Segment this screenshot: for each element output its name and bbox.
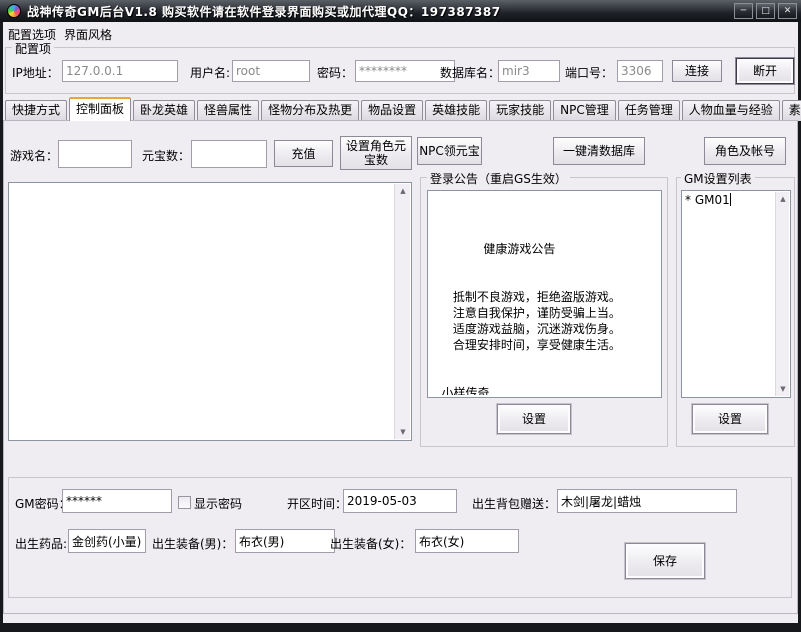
log-scrollbar[interactable]: ▲ ▼ bbox=[394, 184, 410, 439]
set-role-yuanbao-button[interactable]: 设置角色元宝数 bbox=[340, 136, 412, 170]
scroll-up-icon[interactable]: ▲ bbox=[395, 184, 411, 198]
gm-list-scrollbar[interactable]: ▲ ▼ bbox=[775, 192, 789, 396]
show-password-label: 显示密码 bbox=[194, 495, 242, 512]
tab-material-update[interactable]: 素材热更 bbox=[782, 100, 801, 121]
announcement-text: 健康游戏公告 抵制不良游戏，拒绝盗版游戏。 注意自我保护，谨防受骗上当。 适度游… bbox=[430, 193, 659, 395]
open-time-label: 开区时间： bbox=[287, 495, 347, 512]
gm-list-textarea[interactable]: * GM01 ▲ ▼ bbox=[681, 190, 791, 398]
tab-monster-distribution[interactable]: 怪物分布及热更 bbox=[261, 100, 359, 121]
birth-bag-input[interactable] bbox=[557, 489, 737, 513]
log-textarea[interactable]: ▲ ▼ bbox=[8, 182, 412, 441]
open-time-input[interactable] bbox=[343, 489, 457, 513]
announcement-textarea[interactable]: 健康游戏公告 抵制不良游戏，拒绝盗版游戏。 注意自我保护，谨防受骗上当。 适度游… bbox=[427, 190, 662, 398]
tab-quick-access[interactable]: 快捷方式 bbox=[5, 100, 67, 121]
roles-accounts-button[interactable]: 角色及帐号 bbox=[704, 137, 786, 165]
password-label: 密码： bbox=[317, 64, 353, 81]
gm-password-input[interactable] bbox=[62, 489, 172, 513]
text-caret bbox=[730, 193, 731, 206]
tab-control-panel[interactable]: 控制面板 bbox=[69, 97, 131, 121]
tab-strip: 快捷方式 控制面板 卧龙英雄 怪兽属性 怪物分布及热更 物品设置 英雄技能 玩家… bbox=[3, 97, 798, 121]
tab-task-management[interactable]: 任务管理 bbox=[618, 100, 680, 121]
birth-equip-male-input[interactable] bbox=[235, 529, 335, 553]
username-label: 用户名: bbox=[190, 64, 230, 81]
scroll-up-icon[interactable]: ▲ bbox=[776, 192, 790, 206]
ip-label: IP地址： bbox=[12, 64, 59, 81]
menu-ui-style[interactable]: 界面风格 bbox=[60, 27, 116, 44]
game-name-label: 游戏名： bbox=[10, 147, 58, 164]
yuanbao-label: 元宝数： bbox=[142, 147, 190, 164]
username-input[interactable] bbox=[232, 60, 310, 82]
disconnect-button[interactable]: 断开 bbox=[736, 58, 794, 84]
connect-button[interactable]: 连接 bbox=[672, 60, 722, 82]
scroll-down-icon[interactable]: ▼ bbox=[776, 382, 790, 396]
birth-drug-label: 出生药品: bbox=[15, 535, 67, 552]
game-name-input[interactable] bbox=[58, 140, 132, 168]
recharge-button[interactable]: 充值 bbox=[274, 140, 333, 167]
tab-hero-skills[interactable]: 英雄技能 bbox=[425, 100, 487, 121]
announcement-set-button[interactable]: 设置 bbox=[497, 404, 571, 434]
ip-input[interactable] bbox=[62, 60, 178, 82]
birth-drug-input[interactable] bbox=[68, 529, 146, 553]
tab-item-settings[interactable]: 物品设置 bbox=[361, 100, 423, 121]
window-title: 战神传奇GM后台V1.8 购买软件请在软件登录界面购买或加代理QQ：197387… bbox=[27, 3, 501, 20]
scroll-down-icon[interactable]: ▼ bbox=[395, 425, 411, 439]
tab-npc-management[interactable]: NPC管理 bbox=[553, 100, 616, 121]
birth-equip-female-label: 出生装备(女)： bbox=[330, 535, 411, 552]
yuanbao-input[interactable] bbox=[191, 140, 267, 168]
maximize-button[interactable]: □ bbox=[756, 3, 775, 19]
show-password-checkbox[interactable] bbox=[178, 496, 191, 509]
tab-monster-attributes[interactable]: 怪兽属性 bbox=[197, 100, 259, 121]
gm-list-text: * GM01 bbox=[685, 193, 730, 207]
announcement-group-label: 登录公告（重启GS生效） bbox=[427, 170, 570, 187]
port-label: 端口号： bbox=[565, 64, 613, 81]
app-window: 战神传奇GM后台V1.8 购买软件请在软件登录界面购买或加代理QQ：197387… bbox=[0, 0, 801, 632]
port-input[interactable] bbox=[617, 60, 663, 82]
close-button[interactable]: ✕ bbox=[778, 3, 797, 19]
birth-equip-female-input[interactable] bbox=[415, 529, 519, 553]
minimize-button[interactable]: ─ bbox=[734, 3, 753, 19]
tab-wolong-hero[interactable]: 卧龙英雄 bbox=[133, 100, 195, 121]
clear-database-button[interactable]: 一键清数据库 bbox=[553, 137, 645, 165]
database-label: 数据库名： bbox=[440, 64, 500, 81]
save-button[interactable]: 保存 bbox=[625, 543, 705, 579]
config-group-label: 配置项 bbox=[12, 40, 54, 57]
gm-list-set-button[interactable]: 设置 bbox=[692, 404, 768, 434]
tab-player-skills[interactable]: 玩家技能 bbox=[489, 100, 551, 121]
app-icon bbox=[7, 4, 21, 18]
title-bar: 战神传奇GM后台V1.8 购买软件请在软件登录界面购买或加代理QQ：197387… bbox=[0, 0, 801, 22]
database-input[interactable] bbox=[498, 60, 560, 82]
log-text bbox=[11, 185, 409, 438]
tab-hp-exp[interactable]: 人物血量与经验 bbox=[682, 100, 780, 121]
birth-equip-male-label: 出生装备(男)： bbox=[152, 535, 233, 552]
gm-list-group-label: GM设置列表 bbox=[681, 170, 755, 187]
birth-bag-label: 出生背包赠送： bbox=[472, 495, 556, 512]
npc-yuanbao-button[interactable]: NPC领元宝 bbox=[417, 137, 482, 165]
